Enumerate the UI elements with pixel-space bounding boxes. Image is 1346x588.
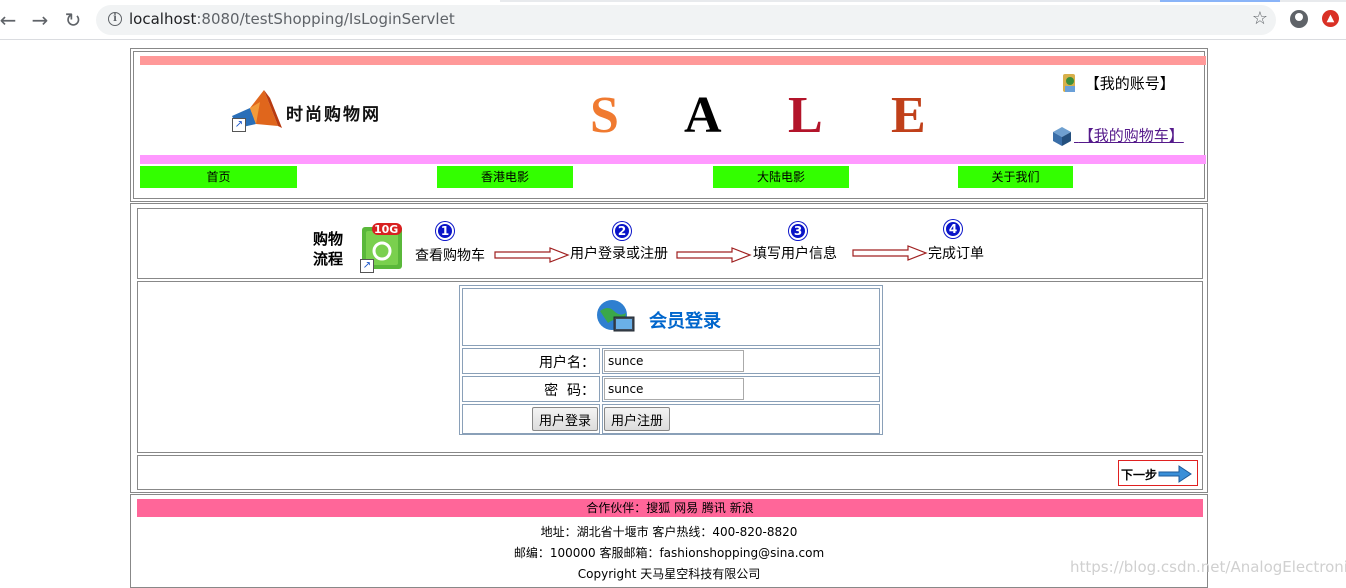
footer-copyright: Copyright 天马星空科技有限公司 — [577, 567, 761, 581]
address-bar[interactable]: i localhost:8080/testShopping/IsLoginSer… — [96, 5, 1276, 35]
password-label-cell: 密 码： — [462, 376, 600, 402]
nav-mainland-movies[interactable]: 大陆电影 — [713, 166, 849, 188]
flow-arrow-icon — [852, 245, 928, 261]
login-title: 会员登录 — [649, 311, 721, 332]
step-2-label: 用户登录或注册 — [570, 246, 668, 262]
next-arrow-icon — [1158, 465, 1192, 483]
login-table: 会员登录 用户名： 密 码： 用户登录 用户注册 — [459, 285, 883, 435]
site-info-icon[interactable]: i — [108, 12, 122, 26]
profile-avatar-icon[interactable] — [1290, 10, 1308, 28]
user-icon — [1063, 74, 1075, 92]
login-button[interactable]: 用户登录 — [531, 407, 598, 431]
username-label: 用户名： — [539, 355, 595, 371]
bin-badge: 10G — [374, 223, 399, 236]
username-label-cell: 用户名： — [462, 348, 600, 374]
shopping-flow: 购物 流程 10G ↗ 1 查看购物车 2 用户登录或注册 3 填写用户信息 4… — [137, 208, 1203, 279]
flow-arrow-icon — [494, 247, 570, 263]
header-inner: ↗ 时尚购物网 S A L E 【我的账号】 【我的购物车】 首页 香港电影 大… — [133, 51, 1206, 199]
my-account-link[interactable]: 【我的账号】 — [1060, 72, 1175, 96]
shortcut-arrow-icon: ↗ — [232, 118, 246, 132]
watermark-text: https://blog.csdn.net/AnalogElectronic — [1070, 558, 1346, 576]
step-2-badge: 2 — [613, 222, 631, 240]
recycle-bin-icon: 10G ↗ — [358, 223, 406, 277]
my-cart-link[interactable]: 【我的购物车】 — [1050, 124, 1184, 148]
reload-icon[interactable]: ↻ — [61, 8, 85, 32]
my-cart-label: 【我的购物车】 — [1078, 126, 1184, 145]
step-4-badge: 4 — [944, 220, 962, 238]
bookmark-star-icon[interactable]: ☆ — [1252, 8, 1268, 29]
step-3-label: 填写用户信息 — [753, 246, 837, 262]
logo-text: 时尚购物网 — [286, 105, 381, 125]
flow-title: 购物 流程 — [313, 229, 343, 269]
password-label: 密 码： — [544, 383, 595, 399]
sale-letter-a: A — [684, 87, 722, 144]
my-account-label: 【我的账号】 — [1084, 74, 1175, 93]
flow-title-line2: 流程 — [313, 250, 344, 268]
back-arrow-icon[interactable]: ← — [0, 8, 20, 32]
extension-icon[interactable]: ▲ — [1322, 10, 1339, 27]
password-input-cell — [602, 376, 880, 402]
flow-title-line1: 购物 — [313, 230, 344, 248]
username-input[interactable] — [604, 350, 744, 372]
step-1-badge: 1 — [436, 222, 454, 240]
page-body: ↗ 时尚购物网 S A L E 【我的账号】 【我的购物车】 首页 香港电影 大… — [0, 40, 1346, 588]
step-4-label: 完成订单 — [928, 246, 984, 262]
sale-letter-e: E — [891, 87, 926, 144]
step-1-label: 查看购物车 — [415, 248, 485, 264]
nav-hongkong-movies[interactable]: 香港电影 — [437, 166, 573, 188]
browser-toolbar: ← → ↻ i localhost:8080/testShopping/IsLo… — [0, 0, 1346, 40]
step-3-badge: 3 — [789, 222, 807, 240]
nav-home[interactable]: 首页 — [140, 166, 297, 188]
login-button-cell: 用户登录 — [462, 404, 600, 434]
url-host: localhost — [129, 10, 197, 28]
header-table: ↗ 时尚购物网 S A L E 【我的账号】 【我的购物车】 首页 香港电影 大… — [130, 48, 1208, 202]
partners-bar: 合作伙伴：搜狐 网易 腾讯 新浪 — [137, 499, 1203, 517]
register-button-cell: 用户注册 — [602, 404, 880, 434]
sale-letter-l: L — [788, 87, 823, 144]
forward-arrow-icon[interactable]: → — [28, 8, 52, 32]
shortcut-arrow-icon: ↗ — [360, 259, 374, 273]
footer-address: 地址：湖北省十堰市 客户热线：400-820-8820 — [540, 525, 798, 539]
sale-letter-s: S — [590, 87, 619, 144]
cart-box-icon — [1053, 127, 1071, 146]
footer-table: 合作伙伴：搜狐 网易 腾讯 新浪 地址：湖北省十堰市 客户热线：400-820-… — [130, 494, 1208, 588]
username-input-cell — [602, 348, 880, 374]
site-logo[interactable]: ↗ 时尚购物网 — [230, 88, 398, 138]
main-table: 购物 流程 10G ↗ 1 查看购物车 2 用户登录或注册 3 填写用户信息 4… — [130, 203, 1208, 493]
top-pink-bar — [140, 56, 1206, 65]
register-button[interactable]: 用户注册 — [604, 407, 671, 431]
footer-postal: 邮编：100000 客服邮箱：fashionshopping@sina.com — [513, 546, 825, 560]
next-step-button[interactable]: 下一步 — [1118, 460, 1198, 486]
nav-about-us[interactable]: 关于我们 — [958, 166, 1073, 188]
next-step-row: 下一步 — [137, 455, 1203, 490]
address-url[interactable]: localhost:8080/testShopping/IsLoginServl… — [129, 10, 455, 28]
next-step-label: 下一步 — [1121, 468, 1158, 482]
login-title-cell: 会员登录 — [462, 288, 880, 346]
url-path: :8080/testShopping/IsLoginServlet — [196, 10, 455, 28]
globe-computer-icon — [597, 300, 635, 332]
flow-arrow-icon — [676, 247, 752, 263]
nav-magenta-bar — [140, 155, 1206, 164]
password-input[interactable] — [604, 378, 744, 400]
tab-strip-highlight — [1160, 0, 1280, 2]
login-section: 会员登录 用户名： 密 码： 用户登录 用户注册 — [137, 281, 1203, 453]
